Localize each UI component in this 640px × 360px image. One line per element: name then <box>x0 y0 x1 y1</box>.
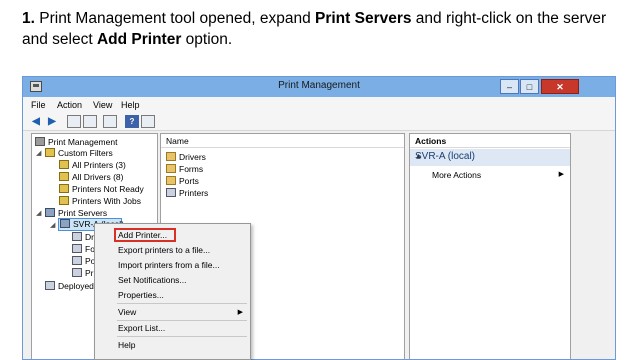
filter-icon <box>45 148 55 157</box>
server-icon <box>60 219 70 228</box>
list-item-forms[interactable]: Forms <box>166 164 203 175</box>
show-hide-tree-icon[interactable] <box>83 115 97 128</box>
filter-icon <box>59 160 69 169</box>
instruction-part-1: Print Management tool opened, expand <box>34 10 315 27</box>
menu-view[interactable]: View <box>93 100 112 110</box>
forms-icon <box>72 244 82 253</box>
tree-label: Dr <box>85 232 94 242</box>
collapse-up-icon[interactable]: ▲ <box>415 153 564 160</box>
drivers-icon <box>72 232 82 241</box>
tree-node-deployed[interactable]: Deployed <box>45 281 94 292</box>
menu-item-help[interactable]: Help <box>118 339 135 351</box>
print-management-icon <box>35 137 45 146</box>
menu-help[interactable]: Help <box>121 100 140 110</box>
list-item-label: Printers <box>179 188 209 198</box>
collapse-icon[interactable]: ◢ <box>36 209 41 217</box>
collapse-icon[interactable]: ◢ <box>36 149 41 157</box>
close-button[interactable]: ✕ <box>541 79 579 94</box>
list-item-label: Ports <box>179 176 199 186</box>
column-header-label: Name <box>166 136 189 146</box>
menu-separator <box>117 336 247 337</box>
menu-separator <box>117 320 247 321</box>
list-item-label: Drivers <box>179 152 206 162</box>
menu-item-view[interactable]: View <box>118 306 136 318</box>
servers-icon <box>45 208 55 217</box>
list-item-printers[interactable]: Printers <box>166 188 208 199</box>
menu-item-set-notifications[interactable]: Set Notifications... <box>118 274 187 286</box>
menu-file[interactable]: File <box>31 100 46 110</box>
menu-separator <box>117 303 247 304</box>
toolbar: ◀ ▶ ? <box>23 113 615 131</box>
window-titlebar[interactable]: Print Management – □ ✕ <box>23 77 615 97</box>
tree-label: All Printers (3) <box>72 160 126 170</box>
ports-icon <box>72 256 82 265</box>
help-icon[interactable]: ? <box>125 115 139 128</box>
printer-icon <box>166 188 176 197</box>
menu-item-add-printer[interactable]: Add Printer... <box>118 229 167 241</box>
menu-item-export-list[interactable]: Export List... <box>118 322 165 334</box>
menu-action[interactable]: Action <box>57 100 82 110</box>
printers-icon <box>72 268 82 277</box>
tree-node-all-printers[interactable]: All Printers (3) <box>59 160 126 171</box>
tree-node-ports[interactable]: Po <box>72 256 95 267</box>
menu-bar: File Action View Help <box>23 97 615 113</box>
actions-header-label: Actions <box>415 136 447 146</box>
export-list-icon[interactable] <box>103 115 117 128</box>
instruction-part-3: option. <box>181 31 233 48</box>
deployed-printers-icon <box>45 281 55 290</box>
tree-label: Custom Filters <box>58 148 113 158</box>
maximize-button[interactable]: □ <box>520 79 539 94</box>
actions-header: Actions <box>410 134 570 148</box>
list-item-ports[interactable]: Ports <box>166 176 199 187</box>
column-header-name[interactable]: Name <box>161 134 404 148</box>
folder-icon <box>166 152 176 161</box>
forward-icon[interactable]: ▶ <box>45 115 59 128</box>
tree-label: Deployed <box>58 281 94 291</box>
menu-item-properties[interactable]: Properties... <box>118 289 164 301</box>
instruction-bold-print-servers: Print Servers <box>315 10 412 27</box>
step-number: 1. <box>22 10 35 27</box>
submenu-arrow-icon: ▶ <box>237 309 243 316</box>
tree-label: Printers Not Ready <box>72 184 144 194</box>
submenu-arrow-icon: ▶ <box>558 171 564 178</box>
filter-icon <box>59 172 69 181</box>
actions-group-server[interactable]: SVR-A (local) ▲ <box>410 149 570 166</box>
more-actions-link[interactable]: More Actions <box>432 170 481 180</box>
tree-label: Print Management <box>48 137 118 147</box>
filter-icon <box>59 184 69 193</box>
minimize-button[interactable]: – <box>500 79 519 94</box>
menu-item-import-printers[interactable]: Import printers from a file... <box>118 259 220 271</box>
menu-item-export-printers[interactable]: Export printers to a file... <box>118 244 210 256</box>
tree-label: Printers With Jobs <box>72 196 141 206</box>
instruction-text: 1. Print Management tool opened, expand … <box>22 8 622 50</box>
actions-pane: Actions SVR-A (local) ▲ More Actions ▶ <box>409 133 571 359</box>
tree-node-custom-filters[interactable]: Custom Filters <box>45 148 113 159</box>
list-item-label: Forms <box>179 164 204 174</box>
folder-icon <box>166 164 176 173</box>
tree-label: Pr <box>85 268 94 278</box>
tree-node-drivers[interactable]: Dr <box>72 232 94 243</box>
tree-node-printers-with-jobs[interactable]: Printers With Jobs <box>59 196 141 207</box>
collapse-icon[interactable]: ◢ <box>50 221 55 229</box>
action-pane-icon[interactable] <box>141 115 155 128</box>
tree-node-all-drivers[interactable]: All Drivers (8) <box>59 172 123 183</box>
tree-node-forms[interactable]: Fo <box>72 244 95 255</box>
instruction-bold-add-printer: Add Printer <box>96 31 182 48</box>
up-folder-icon[interactable] <box>67 115 81 128</box>
tree-node-print-management[interactable]: Print Management <box>35 137 117 148</box>
tree-node-printers-not-ready[interactable]: Printers Not Ready <box>59 184 144 195</box>
filter-icon <box>59 196 69 205</box>
folder-icon <box>166 176 176 185</box>
list-item-drivers[interactable]: Drivers <box>166 152 206 163</box>
back-icon[interactable]: ◀ <box>29 115 43 128</box>
tree-label: All Drivers (8) <box>72 172 124 182</box>
tree-label: Print Servers <box>58 208 108 218</box>
server-context-menu: Add Printer... Export printers to a file… <box>94 223 251 360</box>
tree-node-printers[interactable]: Pr <box>72 268 94 279</box>
